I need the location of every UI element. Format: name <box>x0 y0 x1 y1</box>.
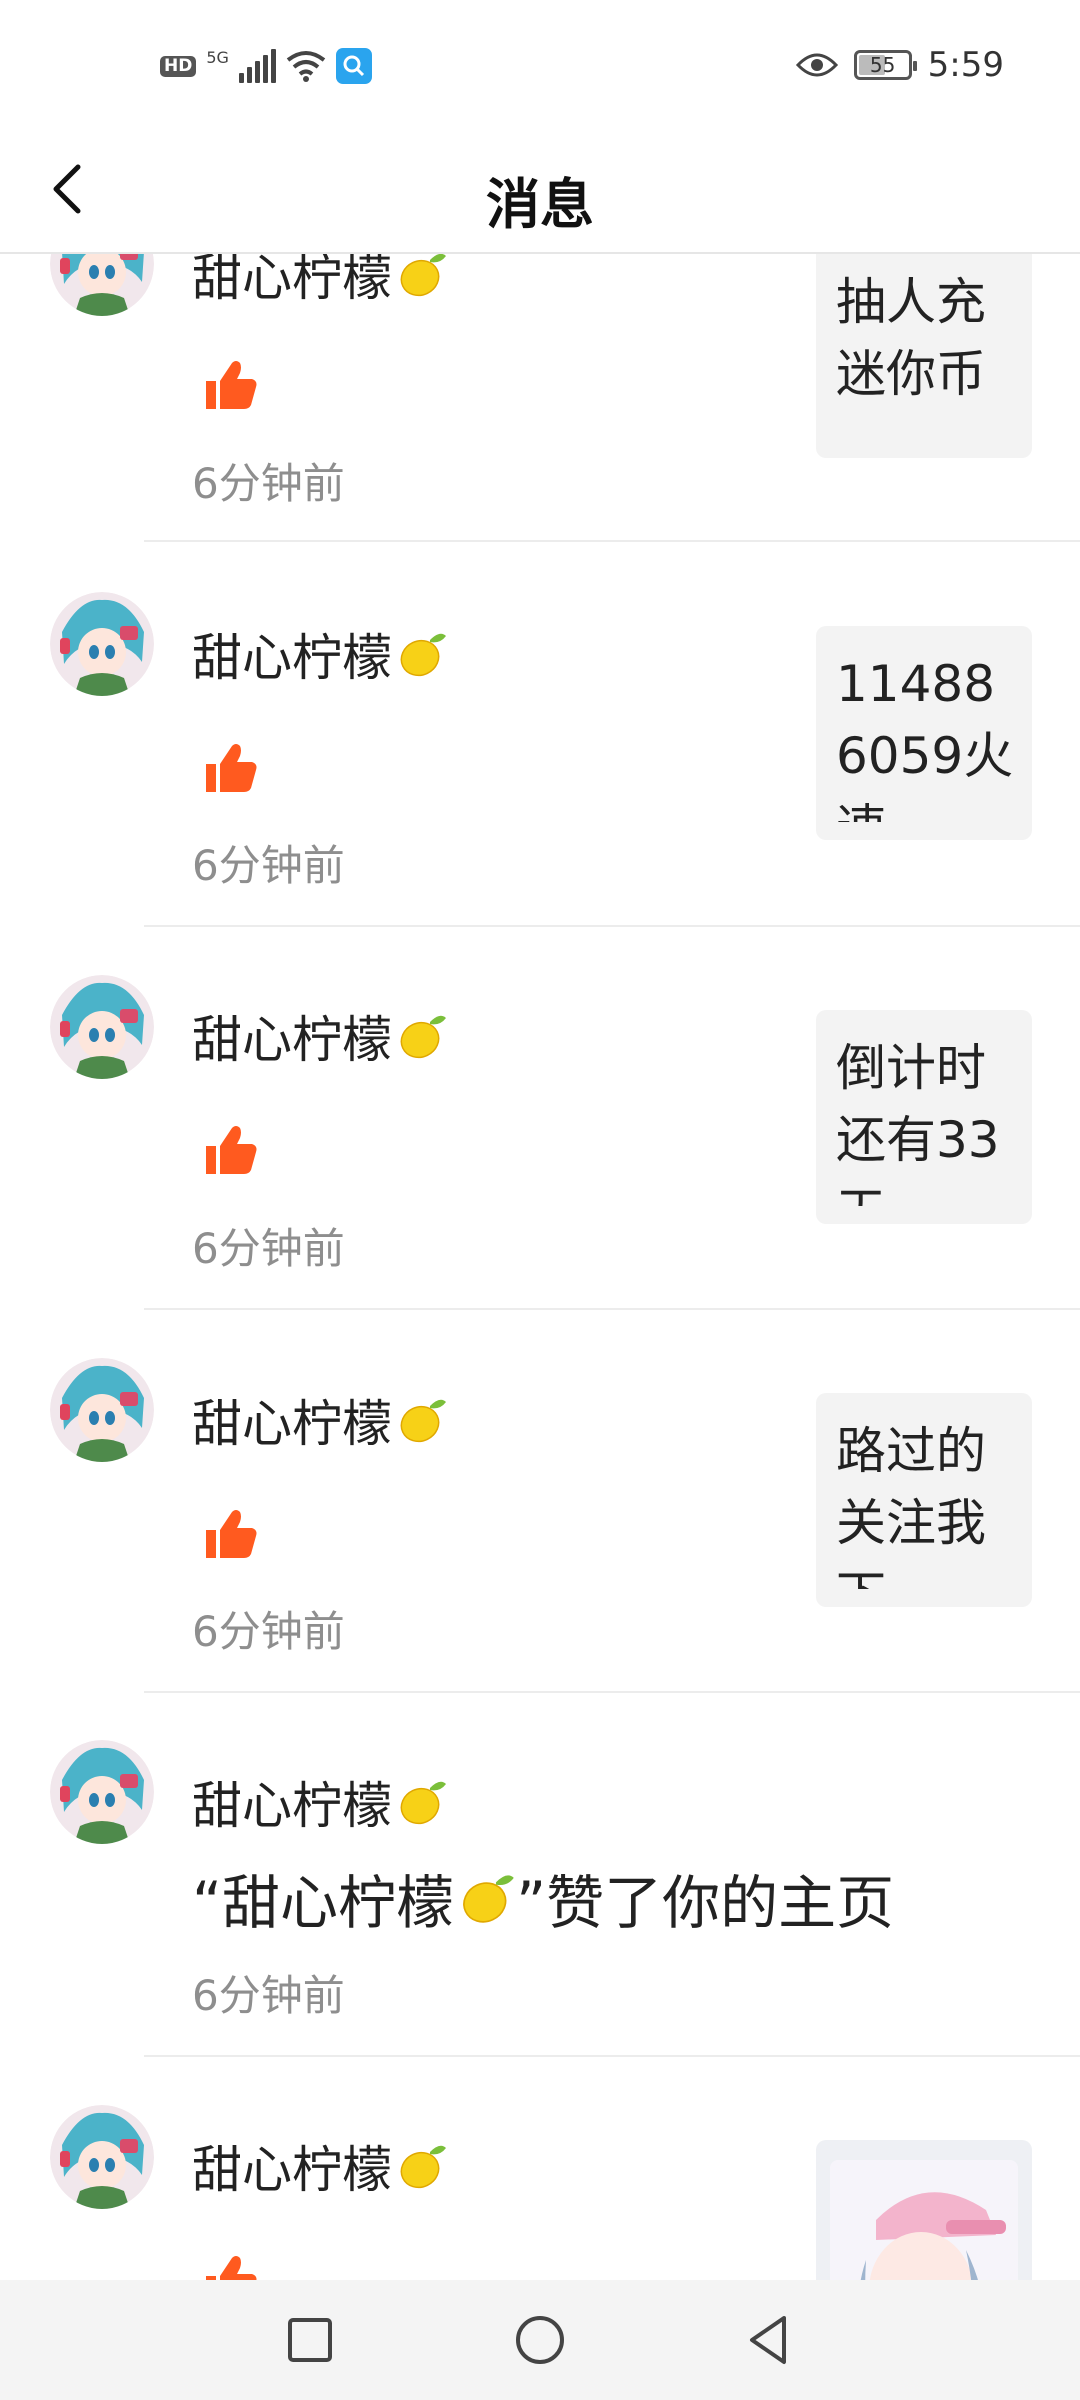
avatar[interactable] <box>50 975 154 1079</box>
post-preview[interactable]: 114886059火速 <box>816 626 1032 840</box>
message-list: 甜心柠檬 6分钟前 抽人充迷你币 甜心柠檬 6分钟前 114886059火速 甜… <box>0 0 1080 2400</box>
message-time: 6分钟前 <box>192 1607 345 1656</box>
divider <box>144 1308 1080 1310</box>
page-title: 消息 <box>486 173 594 236</box>
thumbs-up-icon <box>206 361 257 409</box>
avatar[interactable] <box>50 2105 154 2209</box>
top-bar: 消息 <box>0 130 1080 254</box>
divider <box>144 540 1080 542</box>
system-nav-bar <box>0 2280 1080 2400</box>
post-preview[interactable]: 倒计时还有33天 <box>816 1010 1032 1224</box>
message-time: 6分钟前 <box>192 1971 345 2020</box>
divider <box>144 2055 1080 2057</box>
thumbs-up-icon <box>206 744 257 792</box>
thumbs-up-icon <box>206 1126 257 1174</box>
avatar[interactable] <box>50 1358 154 1462</box>
thumbs-up-icon <box>206 1510 257 1558</box>
message-time: 6分钟前 <box>192 459 345 508</box>
message-description: “甜心柠檬 ”赞了你的主页 <box>192 1869 895 1937</box>
message-time: 6分钟前 <box>192 1224 345 1273</box>
circle-icon[interactable] <box>510 2310 570 2370</box>
lemon-emoji <box>396 248 448 300</box>
user-name[interactable]: 甜心柠檬 <box>192 618 448 690</box>
triangle-back-icon[interactable] <box>740 2310 800 2370</box>
user-name[interactable]: 甜心柠檬 <box>192 1384 448 1456</box>
divider <box>144 1691 1080 1693</box>
user-name[interactable]: 甜心柠檬 <box>192 1766 448 1838</box>
divider <box>144 925 1080 927</box>
lemon-emoji <box>396 1010 448 1062</box>
post-preview[interactable]: 抽人充迷你币 <box>816 244 1032 458</box>
post-preview[interactable]: 路过的关注我下 <box>816 1393 1032 1607</box>
user-name[interactable]: 甜心柠檬 <box>192 2130 448 2202</box>
avatar[interactable] <box>50 1740 154 1844</box>
lemon-emoji <box>396 1776 448 1828</box>
square-icon[interactable] <box>280 2310 340 2370</box>
lemon-emoji <box>396 2140 448 2192</box>
avatar[interactable] <box>50 592 154 696</box>
lemon-emoji <box>396 628 448 680</box>
lemon-emoji <box>458 1869 516 1927</box>
battery-level: 55 <box>869 53 896 77</box>
lemon-emoji <box>396 1394 448 1446</box>
user-name[interactable]: 甜心柠檬 <box>192 1000 448 1072</box>
message-time: 6分钟前 <box>192 841 345 890</box>
